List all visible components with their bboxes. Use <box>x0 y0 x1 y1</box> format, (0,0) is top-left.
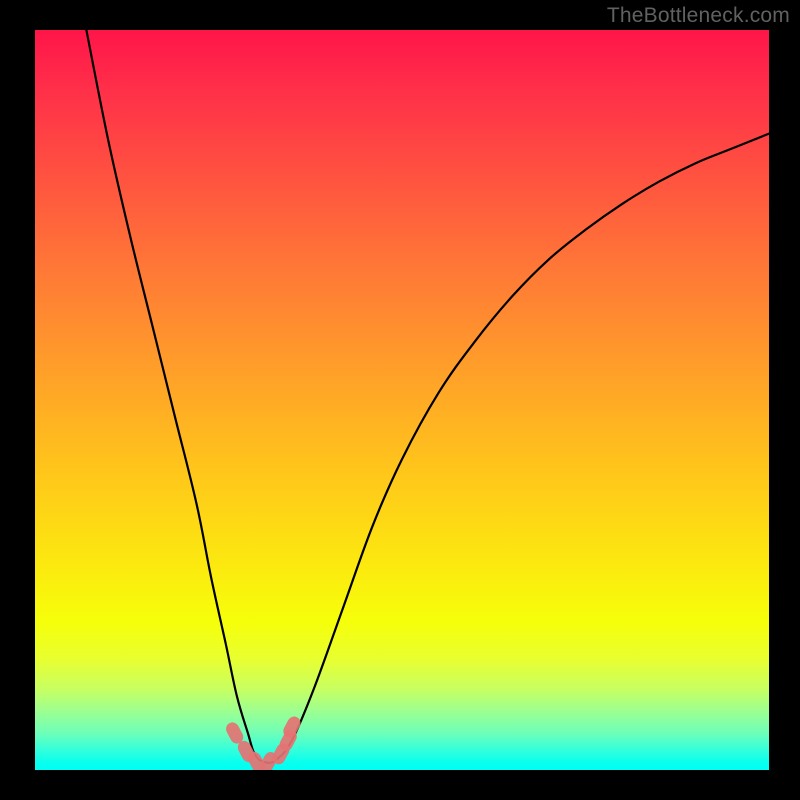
curve-layer <box>35 30 769 770</box>
chart-frame: TheBottleneck.com <box>0 0 800 800</box>
plot-area <box>35 30 769 770</box>
watermark-text: TheBottleneck.com <box>607 4 790 28</box>
bottleneck-curve <box>86 30 769 763</box>
curve-markers <box>224 714 303 770</box>
